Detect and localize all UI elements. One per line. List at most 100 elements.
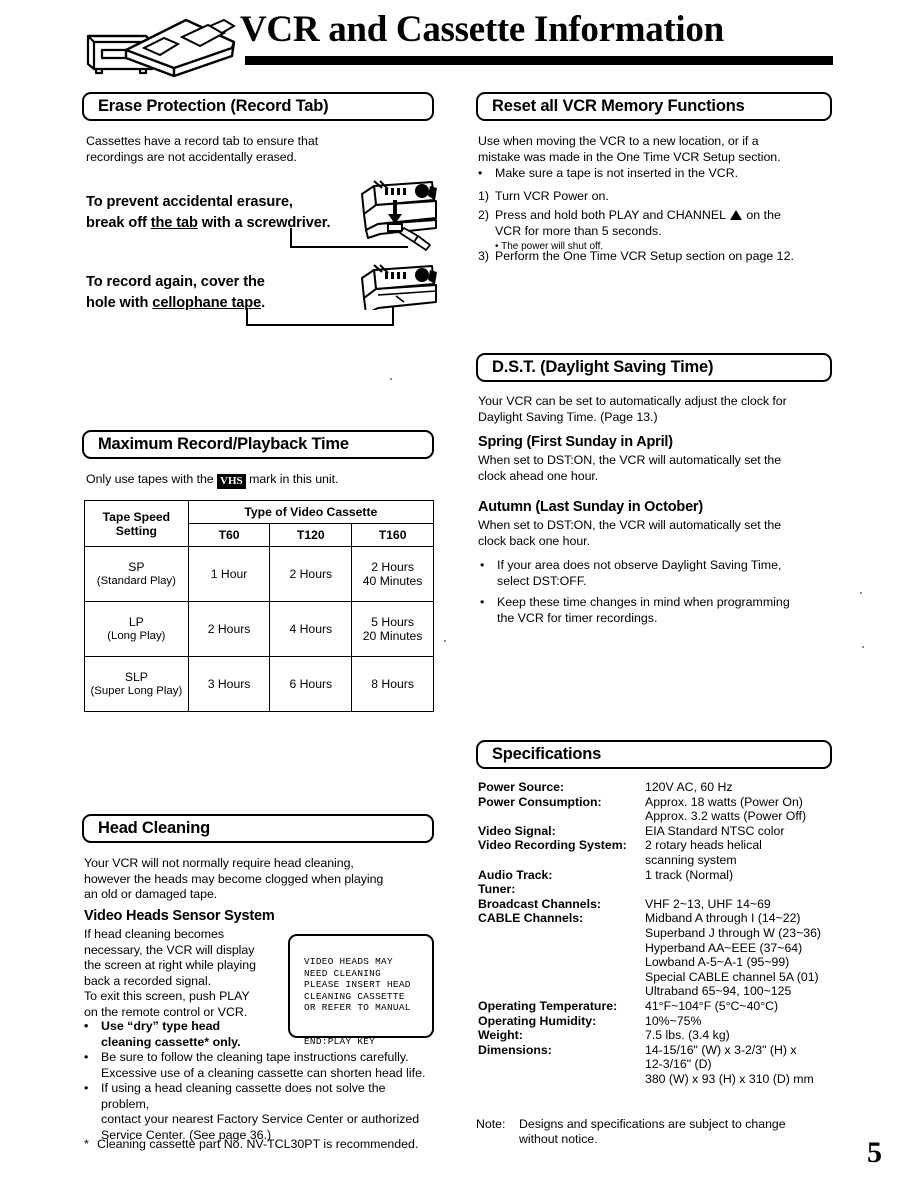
page-header: VCR and Cassette Information <box>0 0 918 82</box>
spec-row: 380 (W) x 93 (H) x 310 (D) mm <box>478 1072 848 1087</box>
value-line-2: 20 Minutes <box>362 629 423 643</box>
specifications-note: Note: Designs and specifications are sub… <box>476 1117 846 1147</box>
step-marker: 3) <box>478 249 490 263</box>
section-heading-reset-memory: Reset all VCR Memory Functions <box>476 92 832 121</box>
vhs-logo-mark: VHS <box>217 474 246 489</box>
table-cell-slp-t120: 6 Hours <box>269 656 353 712</box>
spec-row: Broadcast Channels: VHF 2~13, UHF 14~69 <box>478 897 848 912</box>
table-row: SP (Standard Play) 1 Hour 2 Hours 2 Hour… <box>84 546 434 602</box>
sub-body-line: If head cleaning becomes <box>84 927 225 941</box>
spec-row: CABLE Channels: Midband A through I (14~… <box>478 911 848 926</box>
spec-row: Video Recording System: 2 rotary heads h… <box>478 838 848 853</box>
list-item-text: Make sure a tape is not inserted in the … <box>495 166 739 180</box>
spec-key: Operating Temperature: <box>478 998 618 1013</box>
spec-value: Approx. 3.2 watts (Power Off) <box>645 809 807 824</box>
list-item: • If using a head cleaning cassette does… <box>84 1081 434 1143</box>
row-header-line-2: Setting <box>115 523 157 538</box>
value-line-2: 40 Minutes <box>362 574 423 588</box>
bullet-icon: • <box>84 1050 89 1064</box>
section-heading-label: Erase Protection (Record Tab) <box>98 97 329 115</box>
vcr-with-cassette-icon <box>86 18 236 78</box>
bullet-icon: • <box>84 1081 89 1095</box>
spec-value: Ultraband 65~94, 100~125 <box>645 984 792 999</box>
spec-key: Operating Humidity: <box>478 1013 597 1028</box>
dst-autumn-body: When set to DST:ON, the VCR will automat… <box>478 518 834 549</box>
table-row: SLP (Super Long Play) 3 Hours 6 Hours 8 … <box>84 656 434 712</box>
asterisk-icon: * <box>84 1137 89 1151</box>
section-heading-specifications: Specifications <box>476 740 832 769</box>
intro-line: Your VCR can be set to automatically adj… <box>478 394 787 408</box>
section-heading-label: D.S.T. (Daylight Saving Time) <box>492 358 714 376</box>
spec-key: Tuner: <box>478 882 516 897</box>
spec-value: EIA Standard NTSC color <box>645 823 785 838</box>
value-line-1: 2 Hours <box>371 560 414 574</box>
spec-value: Superband J through W (23~36) <box>645 925 822 940</box>
manual-page: VCR and Cassette Information Erase Prote… <box>0 0 918 1188</box>
table-col-header-t120: T120 <box>269 523 353 547</box>
spec-value: 120V AC, 60 Hz <box>645 780 733 794</box>
cassette-break-tab-icon <box>361 180 437 251</box>
spec-row: Superband J through W (23~36) <box>478 926 848 941</box>
spec-row: Power Consumption: Approx. 18 watts (Pow… <box>478 795 848 810</box>
body-line: clock back one hour. <box>478 533 590 548</box>
intro-line: however the heads may become clogged whe… <box>84 871 384 886</box>
footnote-text: Cleaning cassette part No. NV-TCL30PT is… <box>97 1137 419 1151</box>
spec-key: Video Signal: <box>478 823 556 838</box>
list-item: • If your area does not observe Daylight… <box>480 558 834 589</box>
spec-value: Hyperband AA~EEE (37~64) <box>645 940 803 955</box>
specifications-list: Power Source: 120V AC, 60 Hz Power Consu… <box>478 780 848 1086</box>
list-item-text: If using a head cleaning cassette does n… <box>101 1081 434 1143</box>
row-header-line-1: Tape Speed <box>102 509 171 524</box>
instruction-prevent-erasure: To prevent accidental erasure, break off… <box>86 192 371 234</box>
table-cell-speed-slp: SLP (Super Long Play) <box>84 656 189 712</box>
spec-key <box>478 1057 645 1072</box>
scan-artifact <box>390 378 392 380</box>
spec-row: Video Signal: EIA Standard NTSC color <box>478 824 848 839</box>
spec-value: Lowband A-5~A-1 (95~99) <box>645 955 790 970</box>
spec-key <box>478 809 645 824</box>
spec-row: Special CABLE channel 5A (01) <box>478 970 848 985</box>
numbered-step-1: 1) Turn VCR Power on. <box>478 189 834 205</box>
spec-value: 380 (W) x 93 (H) x 310 (D) mm <box>645 1071 814 1086</box>
table-col-header-t160: T160 <box>351 523 434 547</box>
text-line: If your area does not observe Daylight S… <box>497 558 782 572</box>
intro-line: an old or damaged tape. <box>84 887 218 901</box>
instruction-line-2: hole with cellophane tape. <box>86 293 371 314</box>
speed-full: (Long Play) <box>107 630 166 642</box>
speed-abbr: LP <box>128 615 144 629</box>
spec-key: Broadcast Channels: <box>478 896 601 911</box>
leader-line-vertical <box>290 228 292 248</box>
section-heading-label: Specifications <box>492 745 602 763</box>
scan-artifact <box>862 646 864 648</box>
table-row-header-tape-speed: Tape Speed Setting <box>84 500 189 547</box>
page-number: 5 <box>867 1136 882 1169</box>
intro-line: Cassettes have a record tab to ensure th… <box>86 134 319 148</box>
spec-row: Audio Track: 1 track (Normal) <box>478 868 848 883</box>
spec-row: Approx. 3.2 watts (Power Off) <box>478 809 848 824</box>
table-cell-lp-t120: 4 Hours <box>269 601 353 657</box>
table-cell-sp-t160: 2 Hours 40 Minutes <box>351 546 434 602</box>
spec-row: Dimensions: 14-15/16" (W) x 3-2/3" (H) x <box>478 1043 848 1058</box>
leader-line-horizontal <box>246 324 394 326</box>
note-line: Designs and specifications are subject t… <box>519 1117 786 1131</box>
table-col-group-header: Type of Video Cassette <box>187 500 435 524</box>
list-item-text: Be sure to follow the cleaning tape inst… <box>101 1050 434 1081</box>
section-heading-max-record-time: Maximum Record/Playback Time <box>82 430 434 459</box>
spec-key <box>478 853 645 868</box>
intro-line: Daylight Saving Time. (Page 13.) <box>478 409 658 424</box>
spec-row: Hyperband AA~EEE (37~64) <box>478 941 848 956</box>
subheading-autumn: Autumn (Last Sunday in October) <box>478 499 704 515</box>
sub-body-line: necessary, the VCR will display <box>84 942 255 957</box>
speed-abbr: SP <box>128 560 145 574</box>
footnote: * Cleaning cassette part No. NV-TCL30PT … <box>84 1137 434 1153</box>
numbered-step-3: 3) Perform the One Time VCR Setup sectio… <box>478 249 834 265</box>
body-line: When set to DST:ON, the VCR will automat… <box>478 453 782 467</box>
dst-spring-body: When set to DST:ON, the VCR will automat… <box>478 453 834 484</box>
scan-artifact <box>860 592 862 594</box>
text-line: If using a head cleaning cassette does n… <box>101 1081 386 1111</box>
text-line: select DST:OFF. <box>497 573 587 588</box>
tv-screen-line: CLEANING CASSETTE <box>304 990 405 1002</box>
table-cell-speed-lp: LP (Long Play) <box>84 601 189 657</box>
text-line: cleaning cassette* only. <box>101 1034 241 1049</box>
spec-value: 7.5 lbs. (3.4 kg) <box>645 1028 730 1043</box>
